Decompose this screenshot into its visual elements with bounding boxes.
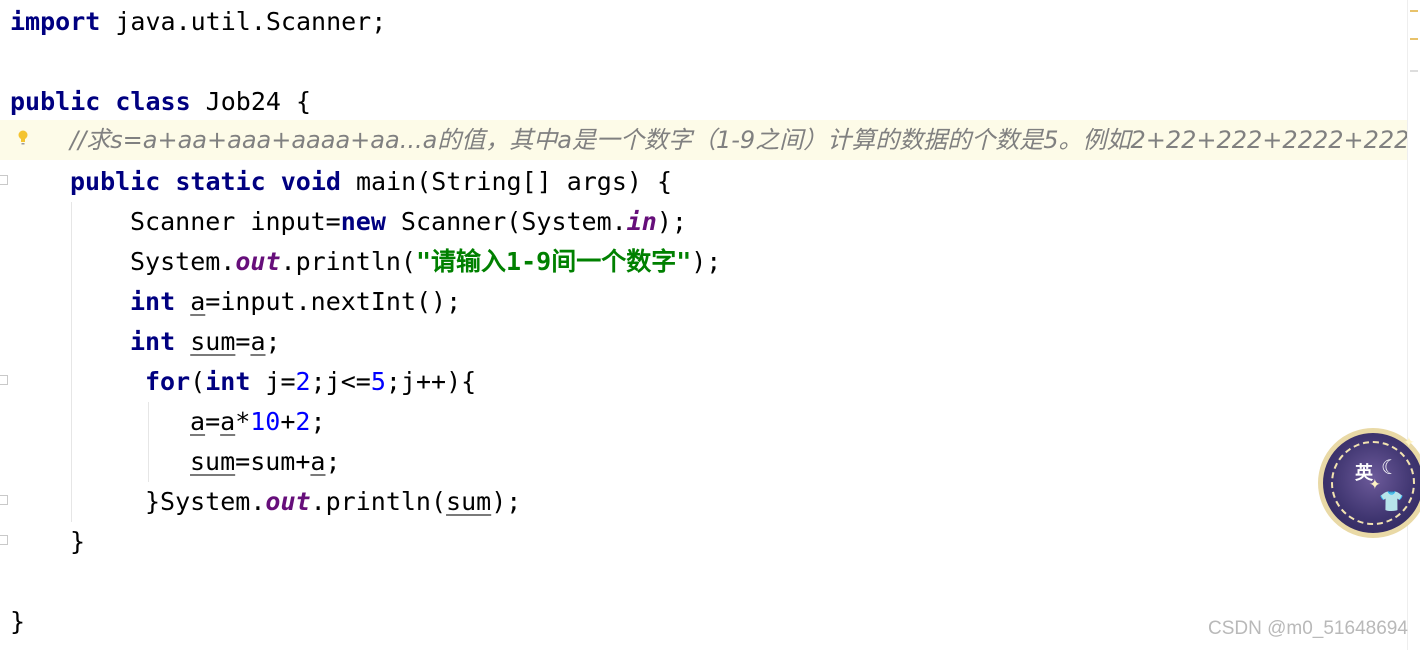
variable-token: sum (190, 327, 236, 356)
code-text: .println( (310, 487, 447, 516)
variable-token: a (190, 287, 206, 316)
indent-guide (148, 402, 149, 482)
string-literal-token: "请输入1-9间一个数字" (415, 247, 692, 276)
code-line-9: int sum=a; (130, 322, 281, 362)
code-text: ; (265, 327, 281, 356)
code-text: Scanner input= (130, 207, 341, 236)
fold-marker-icon[interactable] (0, 375, 8, 385)
warning-stripe-marker[interactable] (1410, 38, 1418, 40)
keyword-token: int (130, 287, 176, 316)
fold-marker-icon[interactable] (0, 535, 8, 545)
static-field-token: out (265, 487, 311, 516)
code-text: =input.nextInt(); (205, 287, 462, 316)
editor-gutter (0, 0, 10, 650)
code-text: } (70, 527, 86, 556)
keyword-token: import (10, 7, 101, 36)
code-text: ;j<= (310, 367, 371, 396)
code-text: java.util.Scanner; (100, 7, 387, 36)
code-text: ( (190, 367, 206, 396)
code-text: + (280, 407, 296, 436)
keyword-token: for (145, 367, 191, 396)
code-text: ); (656, 207, 687, 236)
code-text: =sum+ (235, 447, 311, 476)
code-text: j= (250, 367, 296, 396)
code-line-3: public class Job24 { (10, 82, 311, 122)
variable-token: a (190, 407, 206, 436)
code-line-11: a=a*10+2; (190, 402, 326, 442)
static-field-token: in (626, 207, 657, 236)
code-text: = (235, 327, 251, 356)
keyword-token: public class (10, 87, 191, 116)
code-line-8: int a=input.nextInt(); (130, 282, 461, 322)
indent-guide (71, 202, 72, 522)
code-text: } (10, 607, 26, 636)
code-line-4-current: //求s=a+aa+aaa+aaaa+aa...a的值，其中a是一个数字（1-9… (0, 120, 1420, 160)
floating-avatar-widget[interactable]: 英 ☾ 👕 ✦ ✦ (1318, 428, 1420, 538)
variable-token: a (250, 327, 266, 356)
number-token: 2 (295, 367, 311, 396)
code-text: = (205, 407, 221, 436)
warning-stripe-marker[interactable] (1410, 10, 1418, 12)
star-icon: ✦ (1369, 477, 1381, 493)
code-line-14: } (70, 522, 85, 562)
static-field-token: out (235, 247, 281, 276)
code-text: Job24 { (190, 87, 312, 116)
variable-token: a (310, 447, 326, 476)
lightbulb-icon[interactable] (18, 130, 28, 146)
code-text: Scanner(System. (385, 207, 627, 236)
code-text: ; (325, 447, 341, 476)
number-token: 5 (370, 367, 386, 396)
fold-marker-icon[interactable] (0, 495, 8, 505)
csdn-watermark: CSDN @m0_51648694 (1208, 618, 1408, 639)
code-text: System. (130, 247, 236, 276)
code-text: ;j++){ (385, 367, 477, 396)
code-line-6: Scanner input=new Scanner(System.in); (130, 202, 687, 242)
code-line-13: }System.out.println(sum); (145, 482, 521, 522)
code-line-1: import java.util.Scanner; (10, 2, 386, 42)
code-line-7: System.out.println("请输入1-9间一个数字"); (130, 242, 721, 282)
number-token: 2 (295, 407, 311, 436)
keyword-token: int (130, 327, 176, 356)
code-line-12: sum=sum+a; (190, 442, 341, 482)
code-text: .println( (280, 247, 416, 276)
code-text: main(String[] args) { (340, 167, 673, 196)
code-text: ; (310, 407, 326, 436)
code-line-16: } (10, 602, 25, 642)
vertical-scrollbar[interactable] (1407, 0, 1420, 650)
number-token: 10 (250, 407, 281, 436)
code-text: * (235, 407, 251, 436)
keyword-token: new (340, 207, 386, 236)
stripe-marker[interactable] (1410, 70, 1418, 72)
comment-token: //求s=a+aa+aaa+aaaa+aa...a的值，其中a是一个数字（1-9… (70, 126, 1420, 154)
code-text: }System. (145, 487, 266, 516)
variable-token: sum (190, 447, 236, 476)
code-text: ); (691, 247, 722, 276)
keyword-token: public static void (70, 167, 341, 196)
shirt-icon: 👕 (1379, 489, 1404, 513)
star-icon: ✦ (1403, 435, 1415, 451)
variable-token: a (220, 407, 236, 436)
code-editor[interactable]: import java.util.Scanner; public class J… (0, 0, 1420, 650)
variable-token: sum (446, 487, 492, 516)
code-text: ); (491, 487, 522, 516)
fold-marker-icon[interactable] (0, 175, 8, 185)
moon-icon: ☾ (1381, 455, 1399, 479)
code-line-5: public static void main(String[] args) { (70, 162, 672, 202)
keyword-token: int (205, 367, 251, 396)
code-line-10: for(int j=2;j<=5;j++){ (145, 362, 476, 402)
